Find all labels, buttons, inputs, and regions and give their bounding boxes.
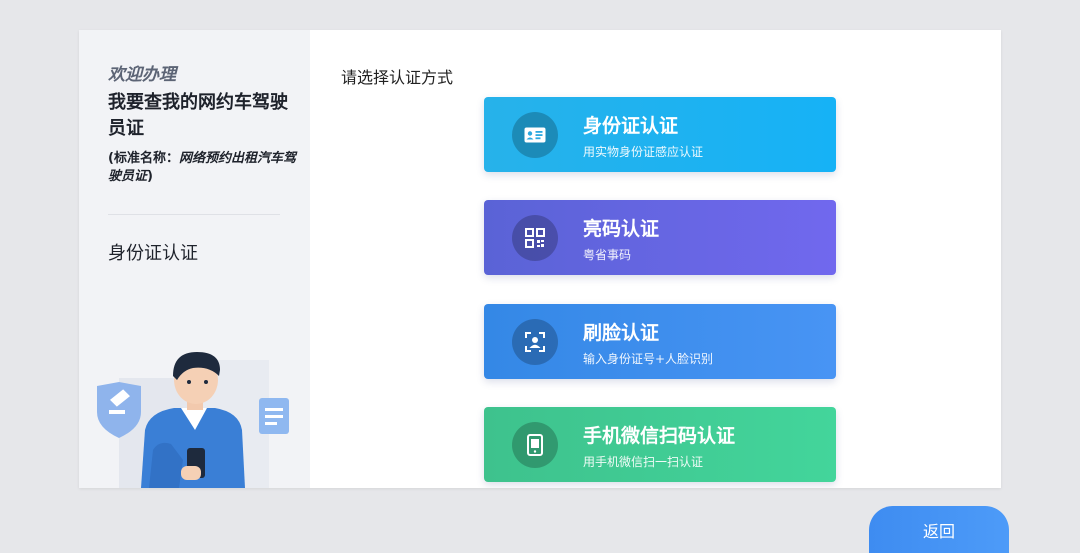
- welcome-text: 欢迎办理: [108, 65, 176, 85]
- document-icon: [259, 398, 289, 434]
- standard-name-suffix: ): [147, 169, 153, 184]
- wechat-scan-auth-title: 手机微信扫码认证: [583, 425, 736, 447]
- qr-code-icon: [512, 215, 558, 261]
- current-step: 身份证认证: [108, 243, 198, 264]
- face-auth-subtitle: 输入身份证号+人脸识别: [583, 352, 714, 366]
- sidebar: 欢迎办理 我要查我的网约车驾驶员证 (标准名称：网络预约出租汽车驾驶员证) 身份…: [79, 30, 310, 488]
- face-scan-icon: [512, 319, 558, 365]
- standard-name: (标准名称：网络预约出租汽车驾驶员证): [108, 150, 298, 186]
- face-auth-button[interactable]: 刷脸认证 输入身份证号+人脸识别: [484, 304, 836, 379]
- qr-code-auth-button[interactable]: 亮码认证 粤省事码: [484, 200, 836, 275]
- sidebar-divider: [108, 214, 280, 215]
- mobile-phone-icon: [512, 422, 558, 468]
- wechat-scan-auth-button[interactable]: 手机微信扫码认证 用手机微信扫一扫认证: [484, 407, 836, 482]
- auth-prompt: 请选择认证方式: [341, 68, 454, 87]
- id-card-auth-button[interactable]: 身份证认证 用实物身份证感应认证: [484, 97, 836, 172]
- wechat-scan-auth-subtitle: 用手机微信扫一扫认证: [583, 455, 704, 469]
- id-card-icon: [512, 112, 558, 158]
- qr-code-auth-title: 亮码认证: [583, 218, 660, 240]
- user-illustration: [97, 352, 289, 488]
- main-panel: 欢迎办理 我要查我的网约车驾驶员证 (标准名称：网络预约出租汽车驾驶员证) 身份…: [79, 30, 1001, 488]
- back-button[interactable]: 返回: [869, 506, 1009, 553]
- face-auth-title: 刷脸认证: [583, 322, 660, 344]
- qr-code-auth-subtitle: 粤省事码: [583, 248, 632, 262]
- id-card-auth-title: 身份证认证: [583, 115, 679, 137]
- service-title: 我要查我的网约车驾驶员证: [108, 92, 288, 139]
- id-card-auth-subtitle: 用实物身份证感应认证: [583, 145, 704, 159]
- standard-name-prefix: (标准名称：: [108, 151, 179, 166]
